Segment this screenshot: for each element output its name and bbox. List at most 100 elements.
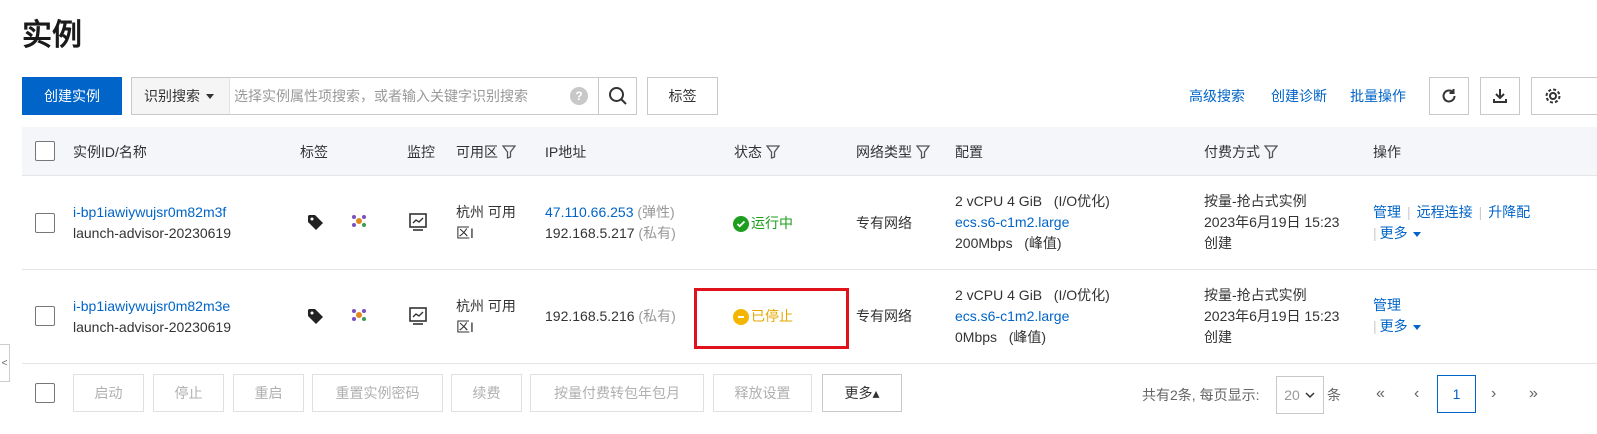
header-ip: IP地址 [545, 144, 587, 160]
select-all-checkbox[interactable] [35, 141, 55, 161]
filter-icon[interactable] [502, 145, 516, 159]
page-size-value: 20 [1284, 387, 1300, 403]
refresh-button[interactable] [1429, 77, 1469, 115]
instance-id-link[interactable]: i-bp1iawiywujsr0m82m3f [73, 202, 231, 223]
tag-icon[interactable] [306, 213, 324, 231]
page-size-select[interactable]: 20 [1276, 376, 1324, 414]
help-icon[interactable]: ? [570, 87, 588, 105]
created-label: 创建 [1204, 235, 1232, 251]
table-row: i-bp1iawiywujsr0m82m3f launch-advisor-20… [22, 176, 1597, 270]
more-button[interactable]: 更多▴ [822, 374, 902, 412]
network-type: 专有网络 [856, 215, 912, 231]
reset-password-button[interactable]: 重置实例密码 [312, 374, 443, 412]
header-config: 配置 [955, 144, 983, 160]
plugin-icon[interactable] [350, 306, 368, 324]
create-instance-button[interactable]: 创建实例 [22, 77, 122, 115]
header-network: 网络类型 [856, 142, 930, 162]
side-collapse-tab[interactable]: < [0, 344, 10, 382]
public-ip-link[interactable]: 47.110.66.253 [545, 204, 634, 220]
zone-line1: 杭州 可用 [456, 298, 516, 314]
prev-page-button[interactable]: ‹ [1414, 385, 1419, 403]
monitor-icon[interactable] [408, 212, 428, 232]
check-circle-icon [733, 215, 749, 232]
created-time: 2023年6月19日 15:23 [1204, 214, 1340, 230]
network-type: 专有网络 [856, 308, 912, 324]
total-count-text: 共有2条, 每页显示: [1142, 387, 1260, 403]
search-type-dropdown[interactable]: 识别搜索 [132, 78, 230, 114]
chevron-down-icon [1305, 392, 1315, 399]
page-title: 实例 [22, 19, 82, 52]
tag-icon[interactable] [306, 307, 324, 325]
settings-button[interactable] [1531, 77, 1597, 115]
bandwidth: 0Mbps (峰值) [955, 329, 1047, 345]
footer-select-all-checkbox[interactable] [35, 383, 55, 403]
row-checkbox[interactable] [35, 306, 55, 326]
start-button[interactable]: 启动 [73, 374, 144, 412]
stop-button[interactable]: 停止 [153, 374, 224, 412]
filter-icon[interactable] [1264, 145, 1278, 159]
filter-icon[interactable] [916, 145, 930, 159]
search-box: 识别搜索 ? [131, 77, 637, 115]
resize-link[interactable]: 升降配 [1488, 204, 1530, 220]
public-ip-tag: (弹性) [637, 204, 675, 220]
create-diagnosis-link[interactable]: 创建诊断 [1271, 86, 1327, 106]
zone-cell: 杭州 可用 区I [456, 296, 516, 338]
batch-operations-link[interactable]: 批量操作 [1350, 86, 1406, 106]
current-page-button[interactable]: 1 [1437, 375, 1476, 413]
caret-down-icon [1412, 324, 1421, 330]
manage-link[interactable]: 管理 [1373, 204, 1401, 220]
more-actions-dropdown[interactable]: 更多 [1380, 225, 1408, 241]
header-zone-label: 可用区 [456, 144, 498, 160]
zone-cell: 杭州 可用 区I [456, 202, 516, 244]
header-id-name: 实例ID/名称 [73, 144, 147, 160]
gear-icon [1545, 88, 1561, 104]
private-ip: 192.168.5.217 [545, 225, 635, 241]
release-settings-button[interactable]: 释放设置 [713, 374, 812, 412]
plugin-icon[interactable] [350, 212, 368, 230]
instance-name: launch-advisor-20230619 [73, 319, 231, 335]
first-page-button[interactable]: « [1376, 385, 1385, 403]
instance-type-link[interactable]: ecs.s6-c1m2.large [955, 306, 1110, 327]
more-actions-dropdown[interactable]: 更多 [1380, 318, 1408, 334]
tag-filter-button[interactable]: 标签 [647, 77, 718, 115]
zone-line2: 区I [456, 225, 474, 241]
config-cell: 2 vCPU 4 GiB (I/O优化) ecs.s6-c1m2.large 2… [955, 191, 1110, 254]
ip-cell: 47.110.66.253 (弹性) 192.168.5.217 (私有) [545, 202, 676, 244]
manage-link[interactable]: 管理 [1373, 297, 1401, 313]
last-page-button[interactable]: » [1529, 385, 1538, 403]
row-checkbox[interactable] [35, 213, 55, 233]
zone-line1: 杭州 可用 [456, 204, 516, 220]
header-billing-label: 付费方式 [1204, 144, 1260, 160]
header-status-label: 状态 [734, 144, 762, 160]
actions-cell: 管理 | 远程连接 | 升降配 | 更多 [1373, 204, 1531, 241]
zone-line2: 区I [456, 319, 474, 335]
renew-button[interactable]: 续费 [451, 374, 522, 412]
instance-id-link[interactable]: i-bp1iawiywujsr0m82m3e [73, 296, 231, 317]
header-status: 状态 [734, 142, 780, 162]
header-actions: 操作 [1373, 144, 1401, 160]
monitor-icon[interactable] [408, 306, 428, 326]
private-ip-tag: (私有) [638, 308, 676, 324]
instance-id-name: i-bp1iawiywujsr0m82m3f launch-advisor-20… [73, 202, 231, 244]
filter-icon[interactable] [766, 145, 780, 159]
restart-button[interactable]: 重启 [233, 374, 304, 412]
caret-down-icon [206, 93, 214, 99]
search-button[interactable] [598, 78, 636, 114]
download-button[interactable] [1480, 77, 1520, 115]
convert-billing-button[interactable]: 按量付费转包年包月 [530, 374, 704, 412]
download-icon [1493, 89, 1507, 103]
remote-connect-link[interactable]: 远程连接 [1417, 204, 1473, 220]
header-monitor: 监控 [407, 144, 435, 160]
status-label: 运行中 [751, 215, 793, 231]
billing-cell: 按量-抢占式实例 2023年6月19日 15:23 创建 [1204, 285, 1339, 348]
refresh-icon [1442, 89, 1456, 103]
header-network-label: 网络类型 [856, 144, 912, 160]
instance-id-name: i-bp1iawiywujsr0m82m3e launch-advisor-20… [73, 296, 231, 338]
actions-cell: 管理 | 更多 [1373, 295, 1421, 337]
search-input[interactable] [230, 79, 570, 113]
table-footer: 启动 停止 重启 重置实例密码 续费 按量付费转包年包月 释放设置 更多▴ 共有… [22, 364, 1597, 434]
header-zone: 可用区 [456, 142, 516, 162]
advanced-search-link[interactable]: 高级搜索 [1189, 86, 1245, 106]
instance-type-link[interactable]: ecs.s6-c1m2.large [955, 212, 1110, 233]
next-page-button[interactable]: › [1491, 385, 1496, 403]
